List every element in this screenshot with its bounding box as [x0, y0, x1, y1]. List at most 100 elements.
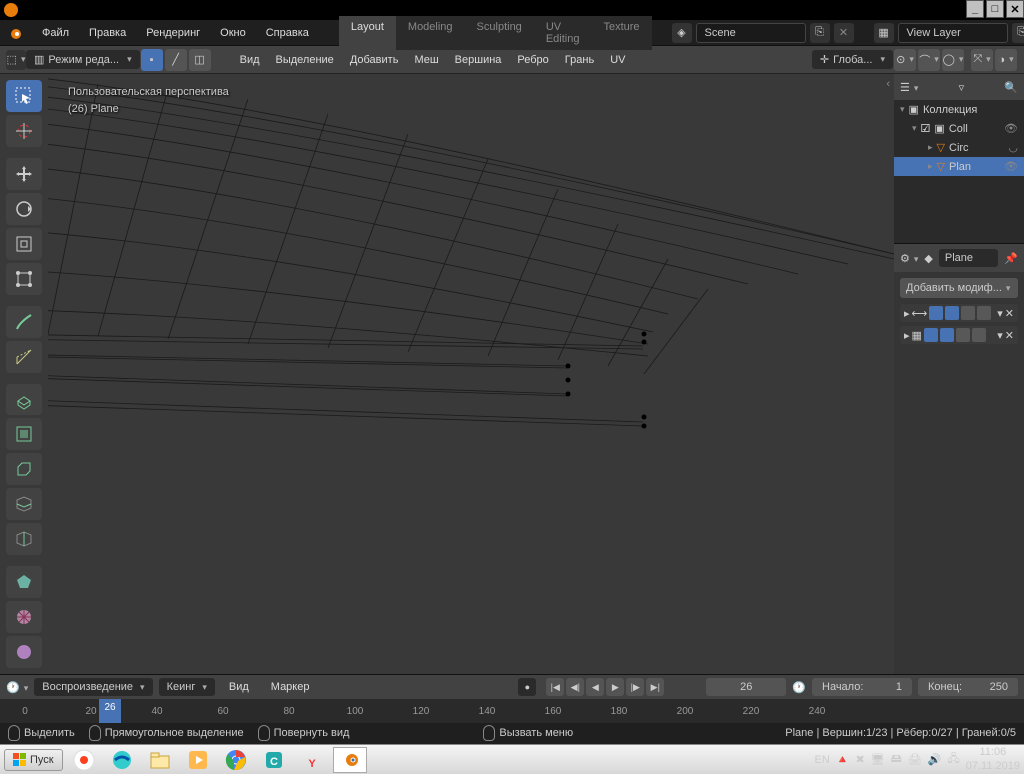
pin-icon[interactable]: 📌	[1004, 252, 1018, 265]
jump-start-icon[interactable]: |◀	[546, 678, 564, 696]
outliner-item-coll[interactable]: ▾ ☑ ▣ Coll 👁	[894, 119, 1024, 138]
taskbar-blender[interactable]	[333, 747, 367, 773]
face-menu[interactable]: Грань	[557, 54, 602, 66]
new-scene-icon[interactable]: ⎘	[810, 23, 830, 43]
playhead[interactable]: 26	[99, 699, 121, 723]
browse-scene-icon[interactable]: ◈	[672, 23, 692, 43]
tool-smooth[interactable]	[6, 636, 42, 668]
play-reverse-icon[interactable]: ◀	[586, 678, 604, 696]
menu-window[interactable]: Окно	[210, 27, 256, 39]
menu-render[interactable]: Рендеринг	[136, 27, 210, 39]
proportional-icon[interactable]: ◯	[942, 49, 964, 71]
outliner-scene-collection[interactable]: ▾ ▣ Коллекция	[894, 100, 1024, 119]
checkbox-icon[interactable]: ☑	[921, 122, 931, 135]
taskbar-yandex-browser[interactable]	[67, 747, 101, 773]
tool-inset[interactable]	[6, 418, 42, 450]
maximize-button[interactable]: □	[986, 0, 1004, 18]
taskbar-cent[interactable]: C	[257, 747, 291, 773]
language-indicator[interactable]: EN	[815, 754, 830, 766]
tool-bevel[interactable]	[6, 453, 42, 485]
taskbar-chrome[interactable]	[219, 747, 253, 773]
mod-toggle-render[interactable]	[929, 306, 943, 320]
taskbar-ie[interactable]	[105, 747, 139, 773]
play-icon[interactable]: ▶	[606, 678, 624, 696]
clock-icon[interactable]: 🕐	[792, 681, 806, 694]
outliner-item-circle[interactable]: ▸ ▽ Circ ◡	[894, 138, 1024, 157]
viewlayer-field[interactable]: View Layer	[898, 23, 1008, 43]
end-frame-field[interactable]: Конец:250	[918, 678, 1018, 696]
tab-uvediting[interactable]: UV Editing	[534, 16, 592, 50]
mesh-menu[interactable]: Меш	[406, 54, 446, 66]
tool-measure[interactable]	[6, 341, 42, 373]
tray-icon[interactable]: 🖨	[908, 753, 922, 766]
view-menu[interactable]: Вид	[232, 54, 268, 66]
eye-icon[interactable]: 👁	[1004, 122, 1018, 135]
tab-sculpting[interactable]: Sculpting	[465, 16, 534, 50]
mod-toggle-viewport[interactable]	[945, 306, 959, 320]
mod-toggle-edit[interactable]	[961, 306, 975, 320]
search-icon[interactable]: 🔍	[1004, 81, 1018, 94]
viewport-3d[interactable]: Пользовательская перспектива (26) Plane …	[48, 74, 894, 674]
tray-icon[interactable]: 🖴	[891, 750, 902, 769]
marker-menu[interactable]: Маркер	[263, 681, 318, 693]
menu-edit[interactable]: Правка	[79, 27, 136, 39]
tray-icon[interactable]: 🔺	[836, 753, 850, 766]
tab-texture[interactable]: Texture	[591, 16, 651, 50]
tool-polybuild[interactable]	[6, 566, 42, 598]
new-layer-icon[interactable]: ⎘	[1012, 23, 1024, 43]
tool-scale[interactable]	[6, 228, 42, 260]
overlays-icon[interactable]: ◑	[995, 49, 1017, 71]
vertex-menu[interactable]: Вершина	[447, 54, 510, 66]
timeline-type-icon[interactable]: 🕐	[6, 681, 28, 694]
taskbar-explorer[interactable]	[143, 747, 177, 773]
tool-extrude[interactable]	[6, 384, 42, 416]
add-menu[interactable]: Добавить	[342, 54, 407, 66]
menu-help[interactable]: Справка	[256, 27, 319, 39]
edge-select-icon[interactable]: ╱	[165, 49, 187, 71]
pivot-icon[interactable]: ⊙	[894, 49, 916, 71]
mod-toggle-viewport[interactable]	[940, 328, 954, 342]
mod-toggle-render[interactable]	[924, 328, 938, 342]
collapse-panel-icon[interactable]: ‹	[886, 78, 890, 90]
start-frame-field[interactable]: Начало:1	[812, 678, 912, 696]
tool-annotate[interactable]	[6, 306, 42, 338]
browse-layer-icon[interactable]: ▦	[874, 23, 894, 43]
tool-transform[interactable]	[6, 263, 42, 295]
tool-rotate[interactable]	[6, 193, 42, 225]
timeline-ruler[interactable]: 26 020406080100120140160180200220240	[0, 699, 1024, 723]
mode-selector[interactable]: ▥ Режим реда...	[26, 50, 140, 69]
mod-toggle-cage[interactable]	[972, 328, 986, 342]
keying-menu[interactable]: Кеинг	[159, 678, 215, 696]
close-button[interactable]: ✕	[1006, 0, 1024, 18]
tool-loopcut[interactable]	[6, 488, 42, 520]
props-type-icon[interactable]: ⚙	[900, 252, 918, 265]
mod-menu-icon[interactable]: ▾	[997, 307, 1003, 320]
uv-menu[interactable]: UV	[602, 54, 633, 66]
mod-menu-icon[interactable]: ▾	[997, 329, 1003, 342]
modifier-subsurf[interactable]: ▸ ▦ ▾ ✕	[900, 326, 1018, 344]
timeline-view-menu[interactable]: Вид	[221, 681, 257, 693]
gizmo-icon[interactable]: ⤧	[971, 49, 993, 71]
vertex-select-icon[interactable]: ▪	[141, 49, 163, 71]
tool-move[interactable]	[6, 158, 42, 190]
delete-scene-icon[interactable]: ✕	[834, 23, 854, 43]
mod-toggle-cage[interactable]	[977, 306, 991, 320]
eye-icon[interactable]: ◡	[1008, 141, 1018, 154]
tool-knife[interactable]	[6, 523, 42, 555]
tray-icon[interactable]: ✖	[856, 753, 865, 766]
network-icon[interactable]: 🖧	[947, 750, 959, 769]
add-modifier-button[interactable]: Добавить модиф...	[900, 278, 1018, 298]
keyframe-next-icon[interactable]: |▶	[626, 678, 644, 696]
active-object-field[interactable]: Plane	[939, 249, 998, 267]
clock[interactable]: 11:0607.11.2019	[966, 746, 1020, 772]
filter-icon[interactable]: ▿	[959, 81, 965, 94]
tool-select-box[interactable]	[6, 80, 42, 112]
orientation-selector[interactable]: ✛ Глоба...	[812, 50, 893, 69]
eye-icon[interactable]: 👁	[1004, 160, 1018, 173]
minimize-button[interactable]: _	[966, 0, 984, 18]
outliner-item-plane[interactable]: ▸ ▽ Plan 👁	[894, 157, 1024, 176]
start-button[interactable]: Пуск	[4, 749, 63, 771]
keyframe-prev-icon[interactable]: ◀|	[566, 678, 584, 696]
volume-icon[interactable]: 🔊	[928, 753, 942, 766]
mod-delete-icon[interactable]: ✕	[1005, 307, 1014, 320]
